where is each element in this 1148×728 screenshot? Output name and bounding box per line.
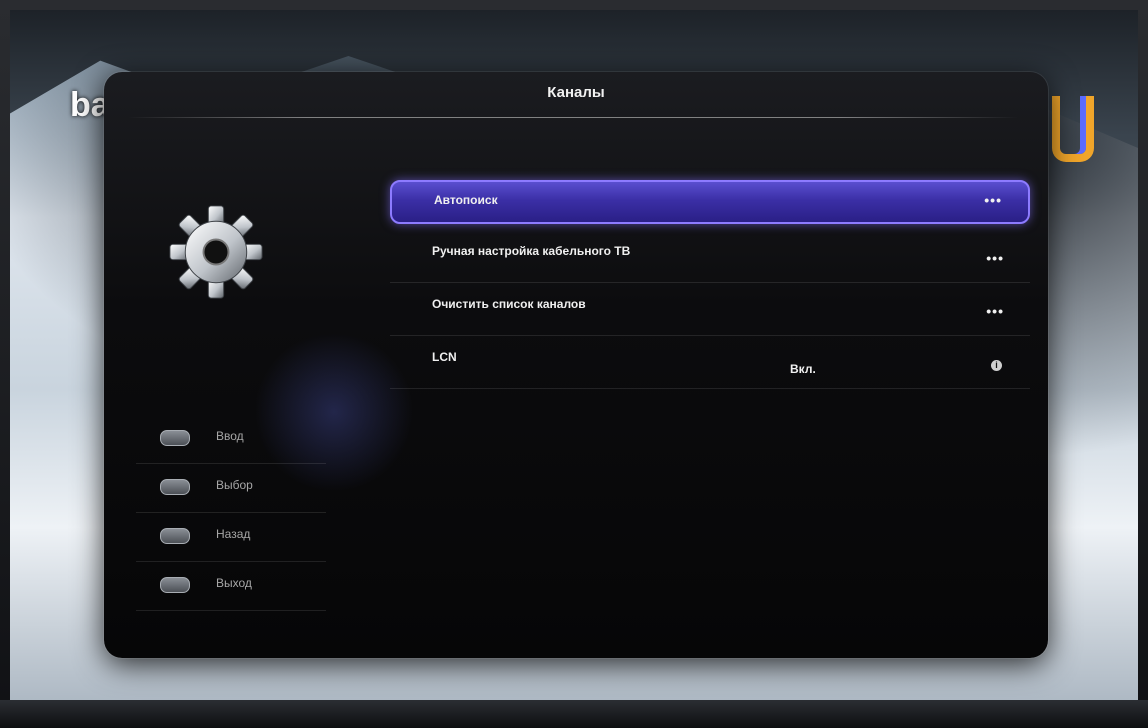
menu-item-label: Автопоиск	[434, 193, 498, 207]
menu-item-label: LCN	[432, 350, 457, 364]
select-key-icon	[160, 479, 190, 495]
settings-gear-icon	[169, 205, 263, 299]
background-logo-icon	[1052, 96, 1094, 162]
menu-item-label: Очистить список каналов	[432, 297, 586, 311]
hint-enter: Ввод	[136, 415, 326, 464]
title-divider	[128, 117, 1018, 118]
back-key-icon	[160, 528, 190, 544]
menu-item-autosearch[interactable]: Автопоиск •••	[390, 180, 1030, 224]
more-options-icon: •••	[984, 192, 1002, 208]
hint-label: Ввод	[216, 429, 244, 443]
hint-label: Выбор	[216, 478, 253, 492]
exit-key-icon	[160, 577, 190, 593]
menu-item-label: Ручная настройка кабельного ТВ	[432, 244, 631, 258]
enter-key-icon	[160, 430, 190, 446]
more-options-icon: •••	[986, 250, 1004, 266]
menu-item-value: Вкл.	[790, 362, 816, 376]
menu-item-lcn[interactable]: LCN Вкл. i	[390, 336, 1030, 389]
hint-select: Выбор	[136, 464, 326, 513]
info-icon: i	[991, 360, 1002, 371]
menu-item-manual-cable-tuning[interactable]: Ручная настройка кабельного ТВ •••	[390, 230, 1030, 283]
menu-title: Каналы	[547, 84, 605, 101]
channels-menu-list: Автопоиск ••• Ручная настройка кабельног…	[390, 180, 1030, 389]
remote-key-hints: Ввод Выбор Назад Выход	[136, 415, 326, 611]
menu-item-clear-channel-list[interactable]: Очистить список каналов •••	[390, 283, 1030, 336]
hint-back: Назад	[136, 513, 326, 562]
hint-label: Назад	[216, 527, 251, 541]
more-options-icon: •••	[986, 303, 1004, 319]
tv-bottom-frame	[0, 700, 1148, 728]
channels-menu-panel: Каналы Автопоиск ••• Ручная настройка ка…	[104, 72, 1048, 658]
hint-label: Выход	[216, 576, 252, 590]
hint-exit: Выход	[136, 562, 326, 611]
